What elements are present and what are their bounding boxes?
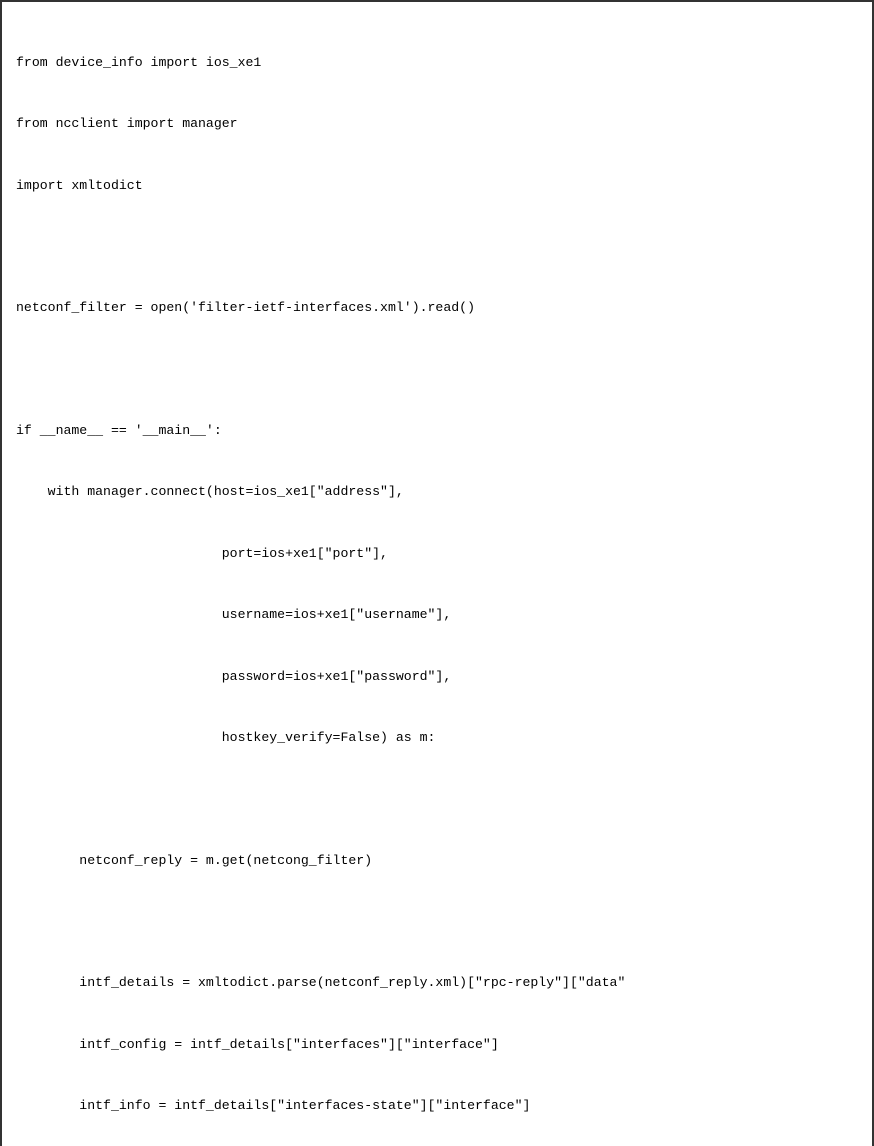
line-12: hostkey_verify=False) as m: (16, 728, 858, 748)
line-9: port=ios+xe1["port"], (16, 544, 858, 564)
code-block: from device_info import ios_xe1 from ncc… (16, 12, 858, 1146)
line-7: if __name__ == '__main__': (16, 421, 858, 441)
line-8: with manager.connect(host=ios_xe1["addre… (16, 482, 858, 502)
line-13 (16, 789, 858, 809)
line-1: from device_info import ios_xe1 (16, 53, 858, 73)
line-4 (16, 237, 858, 257)
line-15 (16, 912, 858, 932)
line-18: intf_info = intf_details["interfaces-sta… (16, 1096, 858, 1116)
code-container: from device_info import ios_xe1 from ncc… (0, 0, 874, 1146)
line-17: intf_config = intf_details["interfaces"]… (16, 1035, 858, 1055)
line-16: intf_details = xmltodict.parse(netconf_r… (16, 973, 858, 993)
line-14: netconf_reply = m.get(netcong_filter) (16, 851, 858, 871)
line-10: username=ios+xe1["username"], (16, 605, 858, 625)
line-3: import xmltodict (16, 176, 858, 196)
line-5: netconf_filter = open('filter-ietf-inter… (16, 298, 858, 318)
line-11: password=ios+xe1["password"], (16, 667, 858, 687)
line-2: from ncclient import manager (16, 114, 858, 134)
line-6 (16, 360, 858, 380)
